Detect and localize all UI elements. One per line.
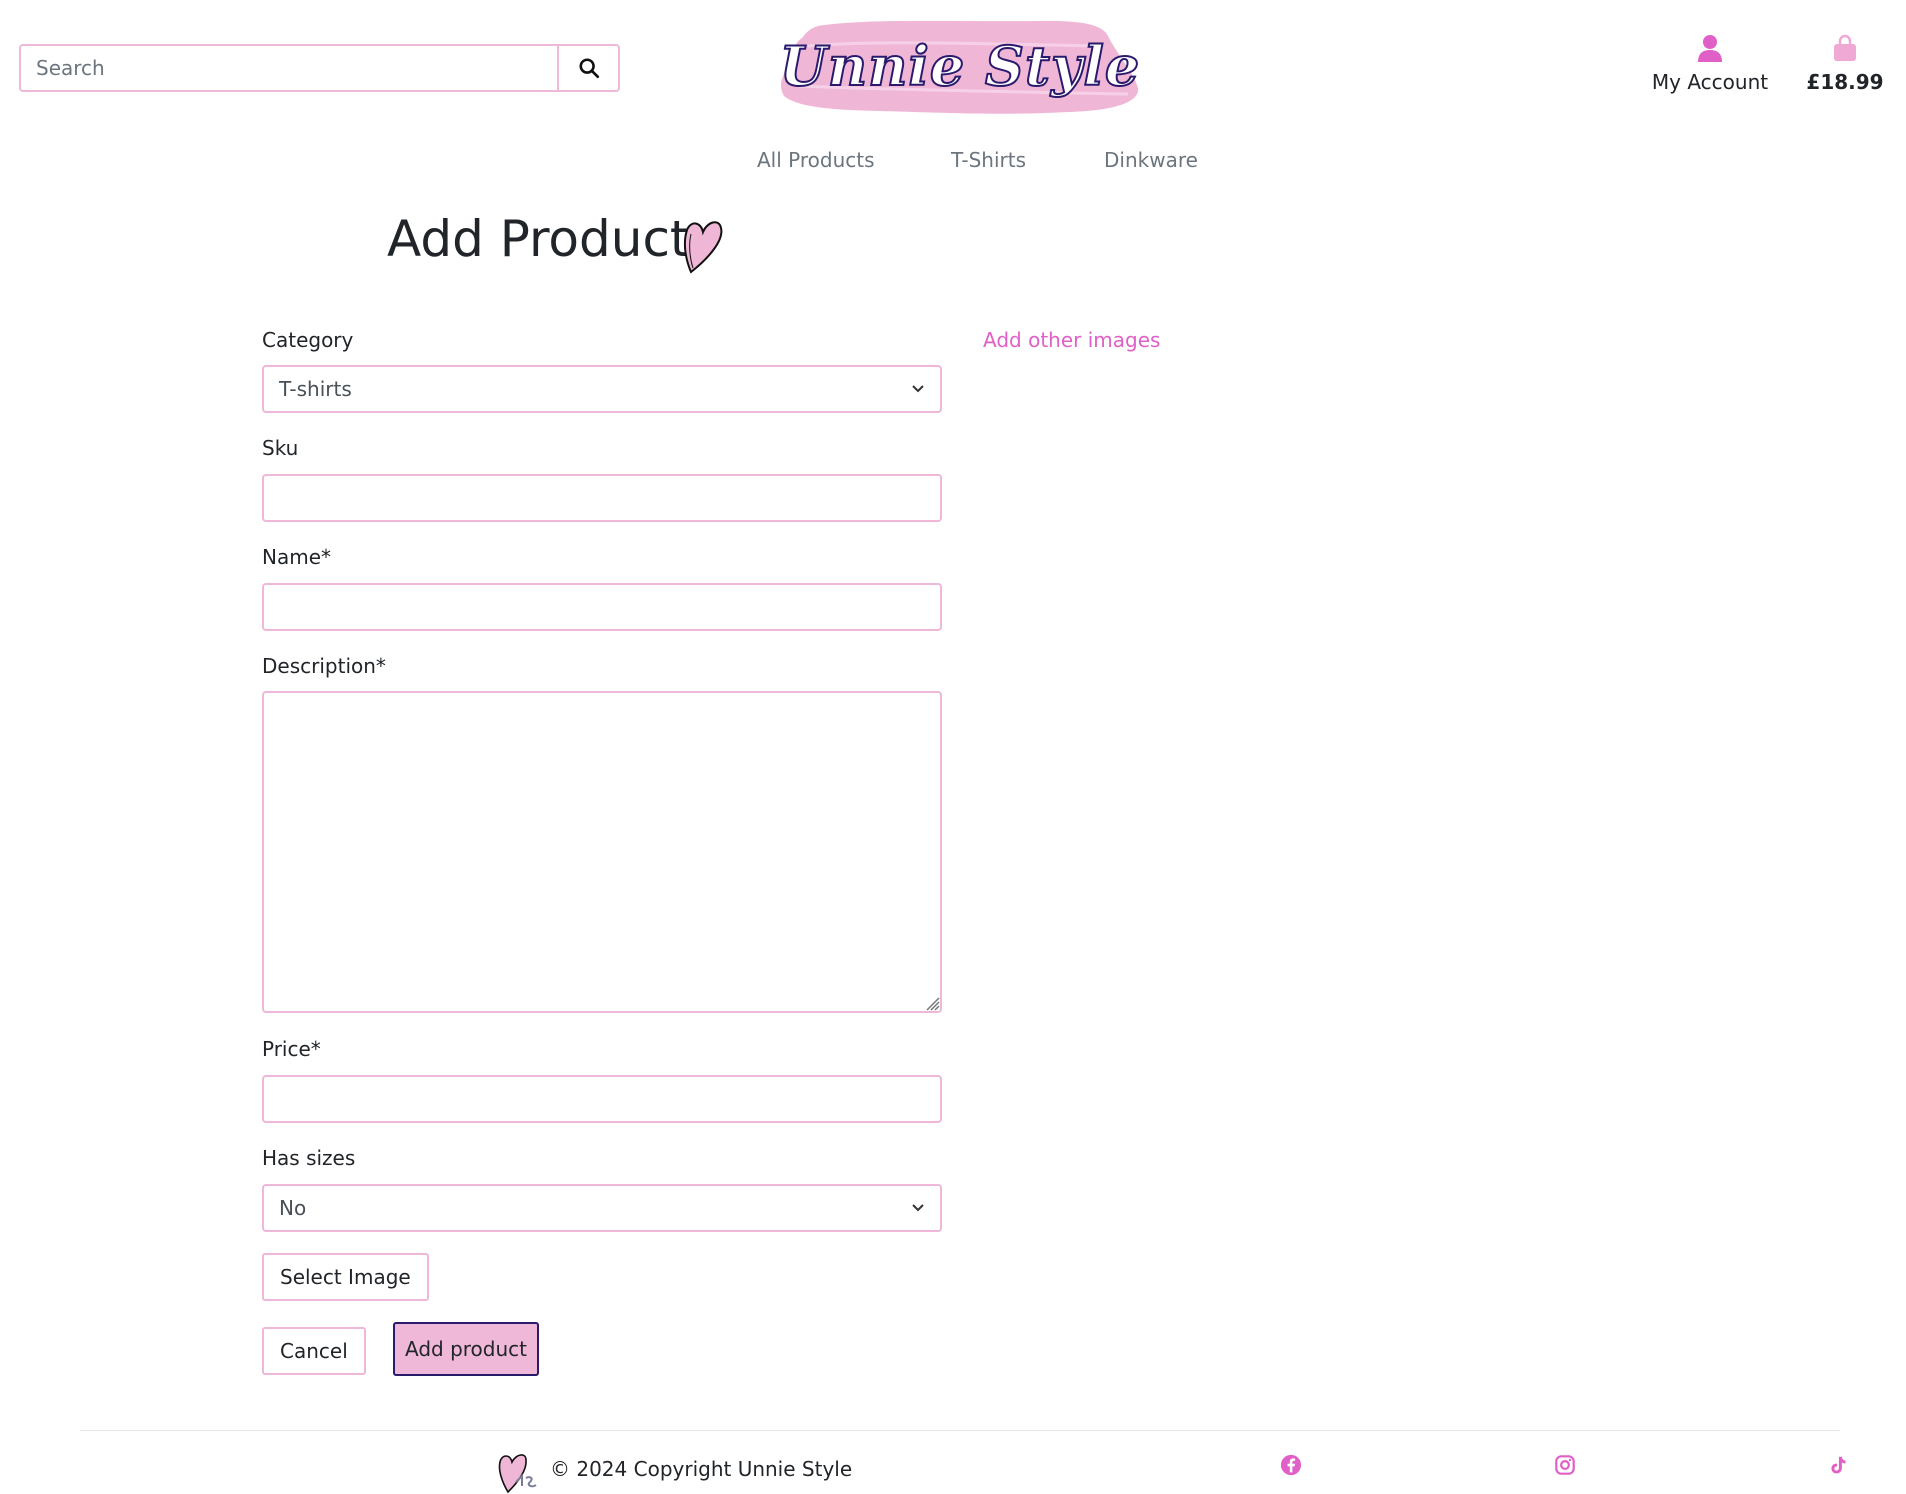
shopping-bag-icon [1834,34,1856,61]
search-input[interactable] [19,44,558,92]
footer-logo-icon [498,1454,537,1494]
resize-grip-icon[interactable] [924,995,940,1011]
nav-dinkware[interactable]: Dinkware [1104,148,1198,172]
page-title: Add Product [387,210,690,268]
category-select[interactable]: T-shirts [262,365,942,413]
add-other-images-link[interactable]: Add other images [983,328,1160,352]
bag-total: £18.99 [1806,70,1884,94]
user-icon [1698,35,1722,62]
instagram-icon[interactable] [1554,1454,1576,1476]
cancel-button[interactable]: Cancel [262,1327,366,1375]
name-label: Name* [262,545,332,569]
category-selected-value: T-shirts [279,377,352,401]
select-image-button[interactable]: Select Image [262,1253,429,1301]
nav-all-products[interactable]: All Products [757,148,875,172]
my-account-label: My Account [1651,70,1769,94]
sku-input[interactable] [262,474,942,522]
price-input[interactable] [262,1075,942,1123]
copyright-text: © 2024 Copyright Unnie Style [550,1457,853,1481]
shopping-bag-link[interactable]: £18.99 [1800,34,1890,98]
footer-divider [80,1430,1840,1431]
search-form [19,44,620,92]
description-textarea[interactable] [262,691,942,1013]
search-button[interactable] [557,44,620,92]
sku-label: Sku [262,436,299,460]
description-label: Description* [262,654,386,678]
logo-text: Unnie Style [779,33,1141,99]
my-account-link[interactable]: My Account [1636,34,1784,98]
chevron-down-icon [912,385,924,393]
tiktok-icon[interactable] [1827,1454,1849,1476]
nav-t-shirts[interactable]: T-Shirts [951,148,1026,172]
category-label: Category [262,328,354,352]
has-sizes-select[interactable]: No [262,1184,942,1232]
add-product-button[interactable]: Add product [393,1322,540,1376]
heart-icon [683,221,723,274]
name-input[interactable] [262,583,942,631]
has-sizes-selected-value: No [279,1196,307,1220]
site-logo[interactable]: Unnie Style [778,16,1142,116]
description-wrapper [262,691,942,1013]
price-label: Price* [262,1037,321,1061]
chevron-down-icon [912,1204,924,1212]
search-icon [579,58,599,79]
facebook-icon[interactable] [1280,1454,1302,1476]
has-sizes-label: Has sizes [262,1146,356,1170]
